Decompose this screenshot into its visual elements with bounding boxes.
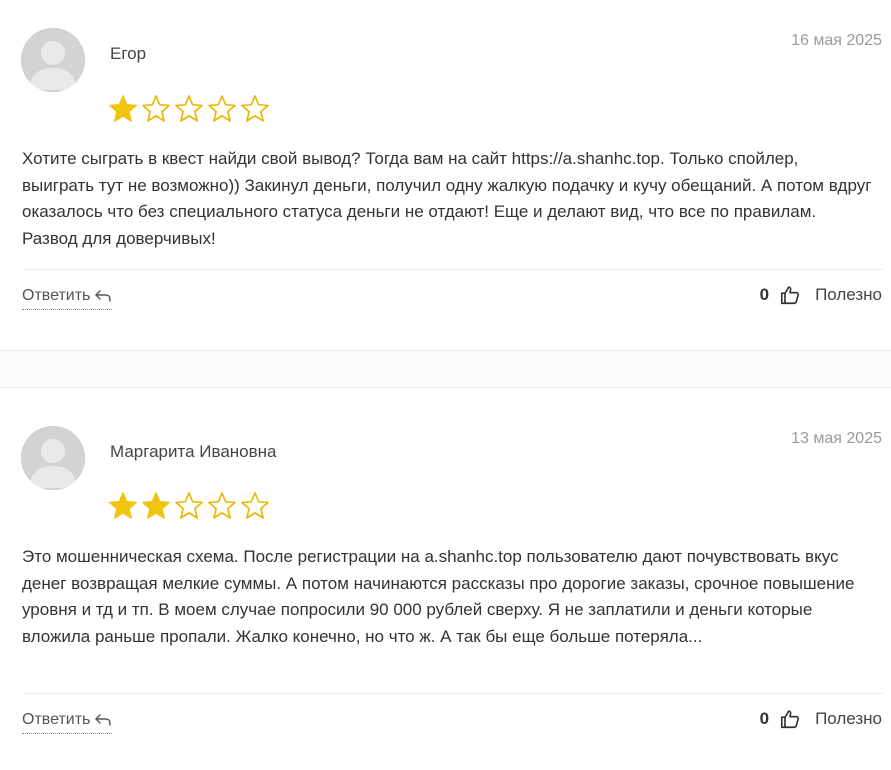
helpful-button[interactable]: Полезно [815, 285, 882, 305]
review-text: Хотите сыграть в квест найди свой вывод?… [22, 149, 872, 248]
star-filled-icon [109, 492, 137, 519]
star-rating [108, 491, 270, 521]
review-card: Маргарита Ивановна 13 мая 2025 Это мошен… [0, 388, 891, 770]
review-card: Егор 16 мая 2025 Хотите сыграть в квест … [0, 0, 891, 350]
divider [22, 693, 883, 694]
avatar [21, 426, 85, 490]
reviews-separator [0, 350, 891, 388]
reply-button[interactable]: Ответить [22, 711, 113, 734]
helpful-count: 0 [759, 285, 770, 304]
avatar [21, 28, 85, 92]
star-filled-icon [142, 492, 170, 519]
star-empty-icon [175, 95, 203, 122]
reply-label: Ответить [22, 287, 91, 304]
review-author: Маргарита Ивановна [110, 442, 277, 461]
user-silhouette-icon [29, 439, 77, 488]
star-empty-icon [142, 95, 170, 122]
star-rating [108, 94, 270, 124]
review-author: Егор [110, 44, 147, 63]
reply-label: Ответить [22, 711, 91, 728]
star-empty-icon [208, 95, 236, 122]
reply-arrow-icon [95, 714, 112, 726]
helpful-count: 0 [759, 709, 770, 728]
review-date: 13 мая 2025 [791, 430, 882, 447]
helpful-block: 0 Полезно [760, 284, 882, 306]
user-silhouette-icon [29, 41, 77, 90]
thumbs-up-icon[interactable] [779, 708, 801, 730]
review-date: 16 мая 2025 [791, 32, 882, 49]
star-empty-icon [241, 95, 269, 122]
star-empty-icon [241, 492, 269, 519]
star-empty-icon [208, 492, 236, 519]
reply-arrow-icon [95, 290, 112, 302]
divider [22, 269, 883, 270]
thumbs-up-icon[interactable] [779, 284, 801, 306]
helpful-button[interactable]: Полезно [815, 709, 882, 729]
star-empty-icon [175, 492, 203, 519]
review-text: Это мошенническая схема. После регистрац… [22, 547, 855, 646]
helpful-block: 0 Полезно [760, 708, 882, 730]
reply-button[interactable]: Ответить [22, 287, 113, 310]
star-filled-icon [109, 95, 137, 122]
